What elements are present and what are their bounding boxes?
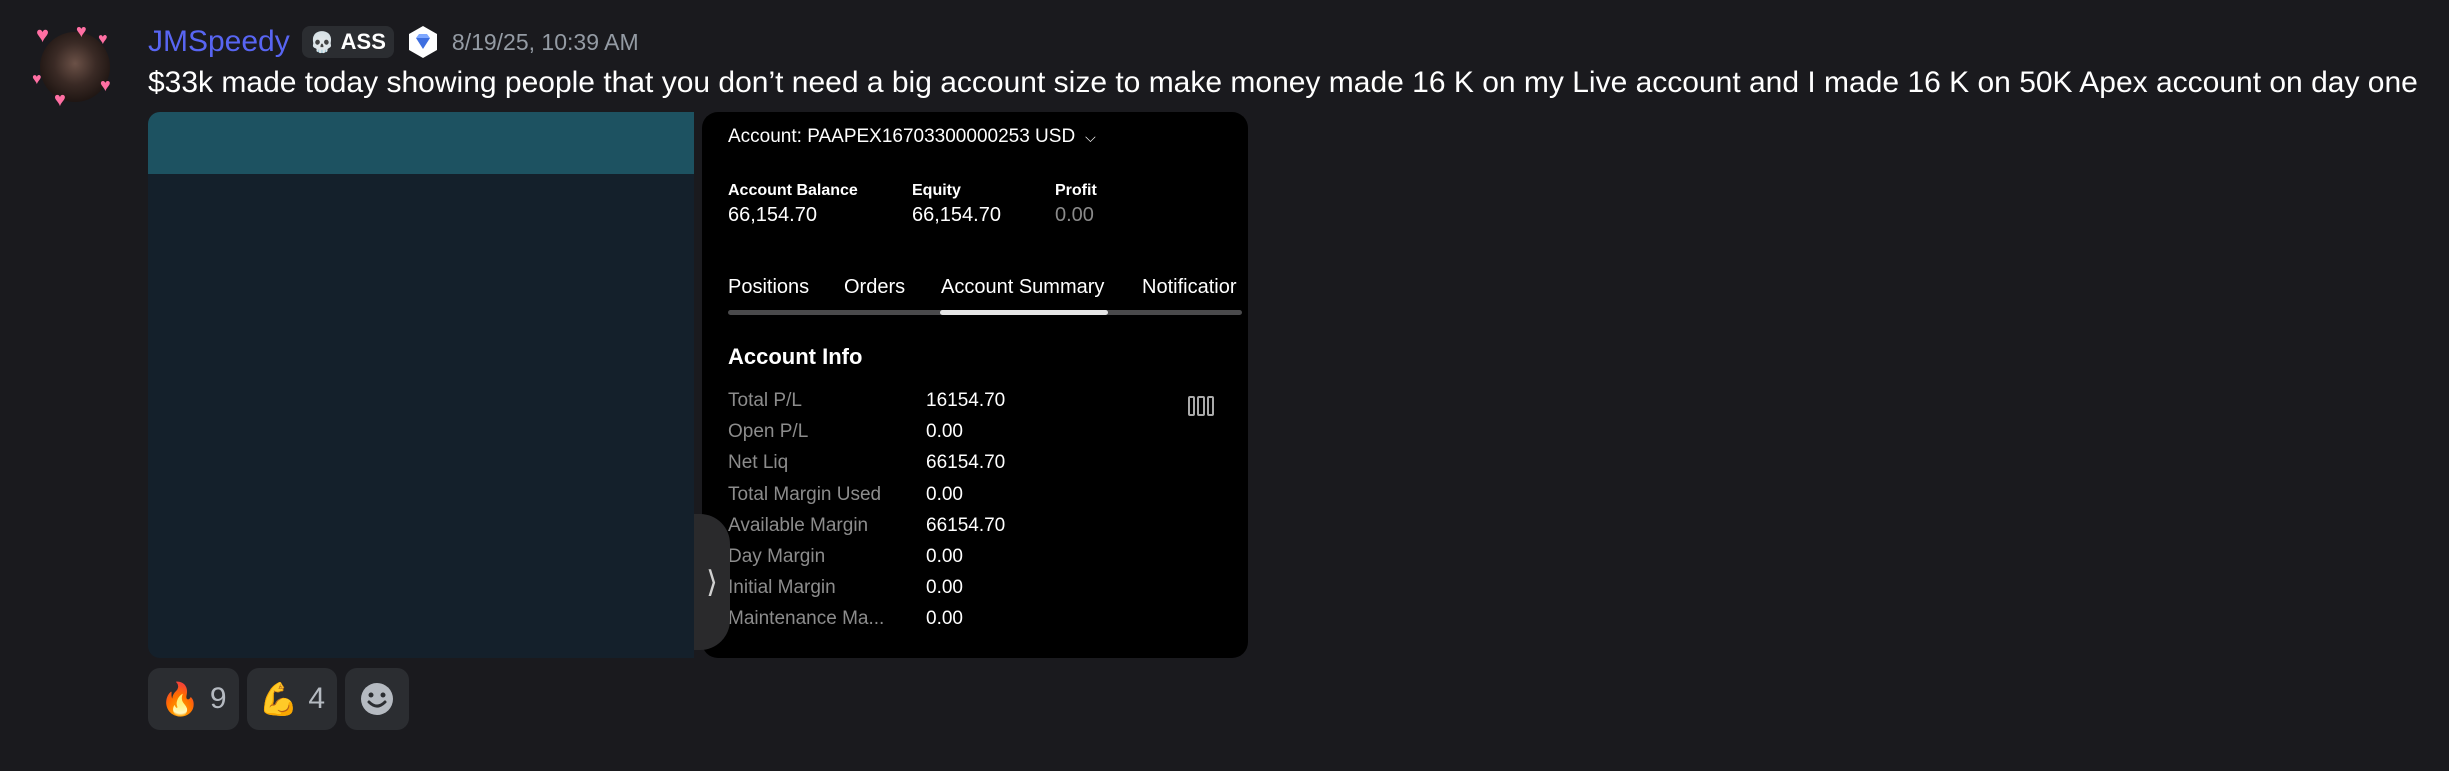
info-row: Initial Margin 0.00 (728, 577, 1048, 608)
metric-value: 66,154.70 (912, 204, 1001, 226)
chevron-down-icon: ⌵ (1085, 128, 1096, 145)
section-title: Account Info (728, 344, 863, 369)
chevron-right-icon: ⟩ (706, 565, 718, 599)
info-value: 0.00 (926, 577, 963, 599)
info-value: 0.00 (926, 545, 963, 567)
heart-icon: ♥ (98, 31, 108, 48)
info-value: 0.00 (926, 608, 963, 630)
info-label: Total P/L (728, 390, 802, 411)
heart-icon: ♥ (76, 21, 87, 41)
heart-icon: ♥ (100, 75, 111, 95)
tab-positions[interactable]: Positions (728, 276, 809, 299)
reaction-fire[interactable]: 🔥 9 (148, 668, 239, 730)
metric-label: Profit (1055, 182, 1097, 199)
metric-label: Account Balance (728, 182, 858, 199)
role-badge[interactable]: 💀 ASS (301, 26, 394, 58)
info-row: Total Margin Used 0.00 (728, 484, 1048, 515)
skull-icon: 💀 (309, 31, 335, 54)
account-info-list: Total P/L 16154.70 Open P/L 0.00 Net Liq 66… (728, 390, 1048, 640)
columns-icon[interactable] (1188, 396, 1214, 416)
heart-icon: ♥ (32, 71, 42, 88)
diamond-badge-icon[interactable] (408, 25, 438, 59)
account-panel: Account: PAAPEX16703300000253 USD ⌵ Acco… (702, 112, 1248, 658)
message-content: $33k made today showing people that you … (148, 66, 2418, 99)
info-row: Maintenance Ma... 0.00 (728, 608, 1048, 639)
reactions-bar: 🔥 9 💪 4 (148, 668, 410, 730)
info-value: 16154.70 (926, 390, 1006, 411)
attached-image[interactable]: Account: PAAPEX16703300000253 USD ⌵ Acco… (148, 112, 1248, 658)
reaction-count: 9 (209, 682, 227, 715)
info-label: Net Liq (728, 452, 789, 474)
info-label: Open P/L (728, 421, 809, 443)
chart-panel-header (148, 112, 694, 174)
info-row: Open P/L 0.00 (728, 421, 1048, 452)
info-label: Day Margin (728, 545, 826, 567)
chart-panel (148, 112, 694, 658)
metric-value: 0.00 (1055, 204, 1094, 226)
fire-icon: 🔥 (160, 681, 200, 717)
reaction-count: 4 (308, 682, 326, 715)
info-row: Available Margin 66154.70 (728, 515, 1048, 546)
info-value: 0.00 (926, 421, 963, 443)
info-label: Initial Margin (728, 577, 836, 599)
info-label: Maintenance Ma... (728, 608, 885, 630)
message-header: JMSpeedy 💀 ASS 8/19/25, 10:39 AM (148, 22, 639, 62)
metric-value: 66,154.70 (728, 204, 817, 226)
info-row: Net Liq 66154.70 (728, 452, 1048, 483)
account-selector[interactable]: Account: PAAPEX16703300000253 USD ⌵ (728, 126, 1096, 148)
info-label: Available Margin (728, 514, 869, 536)
metric-account-balance: Account Balance 66,154.70 (728, 182, 858, 227)
add-reaction-button[interactable] (345, 668, 410, 730)
account-selector-label: Account: PAAPEX16703300000253 USD (728, 126, 1076, 147)
tab-bar: Positions Orders Account Summary Notific… (728, 276, 1242, 316)
info-value: 66154.70 (926, 514, 1006, 536)
role-tag-label: ASS (340, 29, 386, 54)
info-label: Total Margin Used (728, 483, 882, 505)
metric-profit: Profit 0.00 (1055, 182, 1097, 227)
active-tab-indicator (940, 310, 1108, 315)
panel-toggle-handle[interactable]: ⟩ (694, 514, 730, 650)
avatar[interactable]: ♥ ♥ ♥ ♥ ♥ ♥ (32, 21, 114, 110)
metric-label: Equity (912, 182, 961, 199)
info-row: Day Margin 0.00 (728, 546, 1048, 577)
info-value: 66154.70 (926, 452, 1006, 474)
info-value: 0.00 (926, 483, 963, 505)
metric-equity: Equity 66,154.70 (912, 182, 1001, 227)
username[interactable]: JMSpeedy (148, 25, 290, 59)
tab-account-summary[interactable]: Account Summary (941, 276, 1104, 299)
message-timestamp[interactable]: 8/19/25, 10:39 AM (452, 29, 639, 56)
tab-orders[interactable]: Orders (844, 276, 905, 299)
heart-icon: ♥ (36, 22, 50, 47)
info-row: Total P/L 16154.70 (728, 390, 1048, 421)
flexed-biceps-icon: 💪 (258, 681, 299, 717)
add-reaction-icon (361, 683, 394, 715)
heart-icon: ♥ (54, 89, 66, 111)
tab-notifications[interactable]: Notificatior (1142, 276, 1236, 299)
reaction-muscle[interactable]: 💪 4 (246, 668, 338, 730)
